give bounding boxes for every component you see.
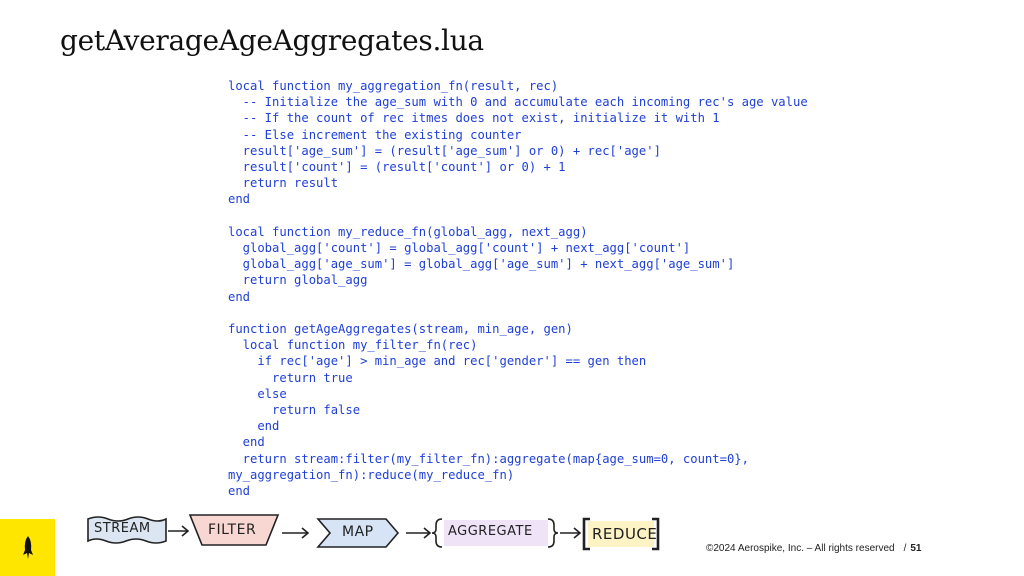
slide-title: getAverageAgeAggregates.lua bbox=[60, 24, 484, 57]
arrow-3 bbox=[406, 527, 432, 539]
pipeline-shapes bbox=[87, 514, 660, 551]
page-number: 51 bbox=[910, 543, 922, 554]
aerospike-logo bbox=[0, 519, 55, 576]
filter-label: FILTER bbox=[208, 522, 257, 538]
map-label: MAP bbox=[342, 524, 374, 540]
arrow-4 bbox=[560, 527, 582, 539]
arrow-1 bbox=[168, 525, 190, 537]
arrow-2 bbox=[282, 527, 310, 539]
slide-footer: ©2024 Aerospike, Inc. – All rights reser… bbox=[706, 543, 922, 554]
footer-separator: / bbox=[903, 543, 907, 554]
copyright-text: ©2024 Aerospike, Inc. – All rights reser… bbox=[706, 543, 895, 554]
stream-label: STREAM bbox=[94, 521, 151, 536]
aggregate-right-brace bbox=[547, 518, 559, 548]
reduce-label: REDUCE bbox=[592, 525, 658, 543]
pipeline-diagram: STREAM FILTER MAP AGGREGATE REDUCE bbox=[86, 505, 666, 565]
aggregate-label: AGGREGATE bbox=[448, 524, 533, 539]
lua-code-block: local function my_aggregation_fn(result,… bbox=[228, 79, 808, 499]
aggregate-left-brace bbox=[431, 518, 443, 548]
rocket-icon bbox=[22, 535, 33, 559]
